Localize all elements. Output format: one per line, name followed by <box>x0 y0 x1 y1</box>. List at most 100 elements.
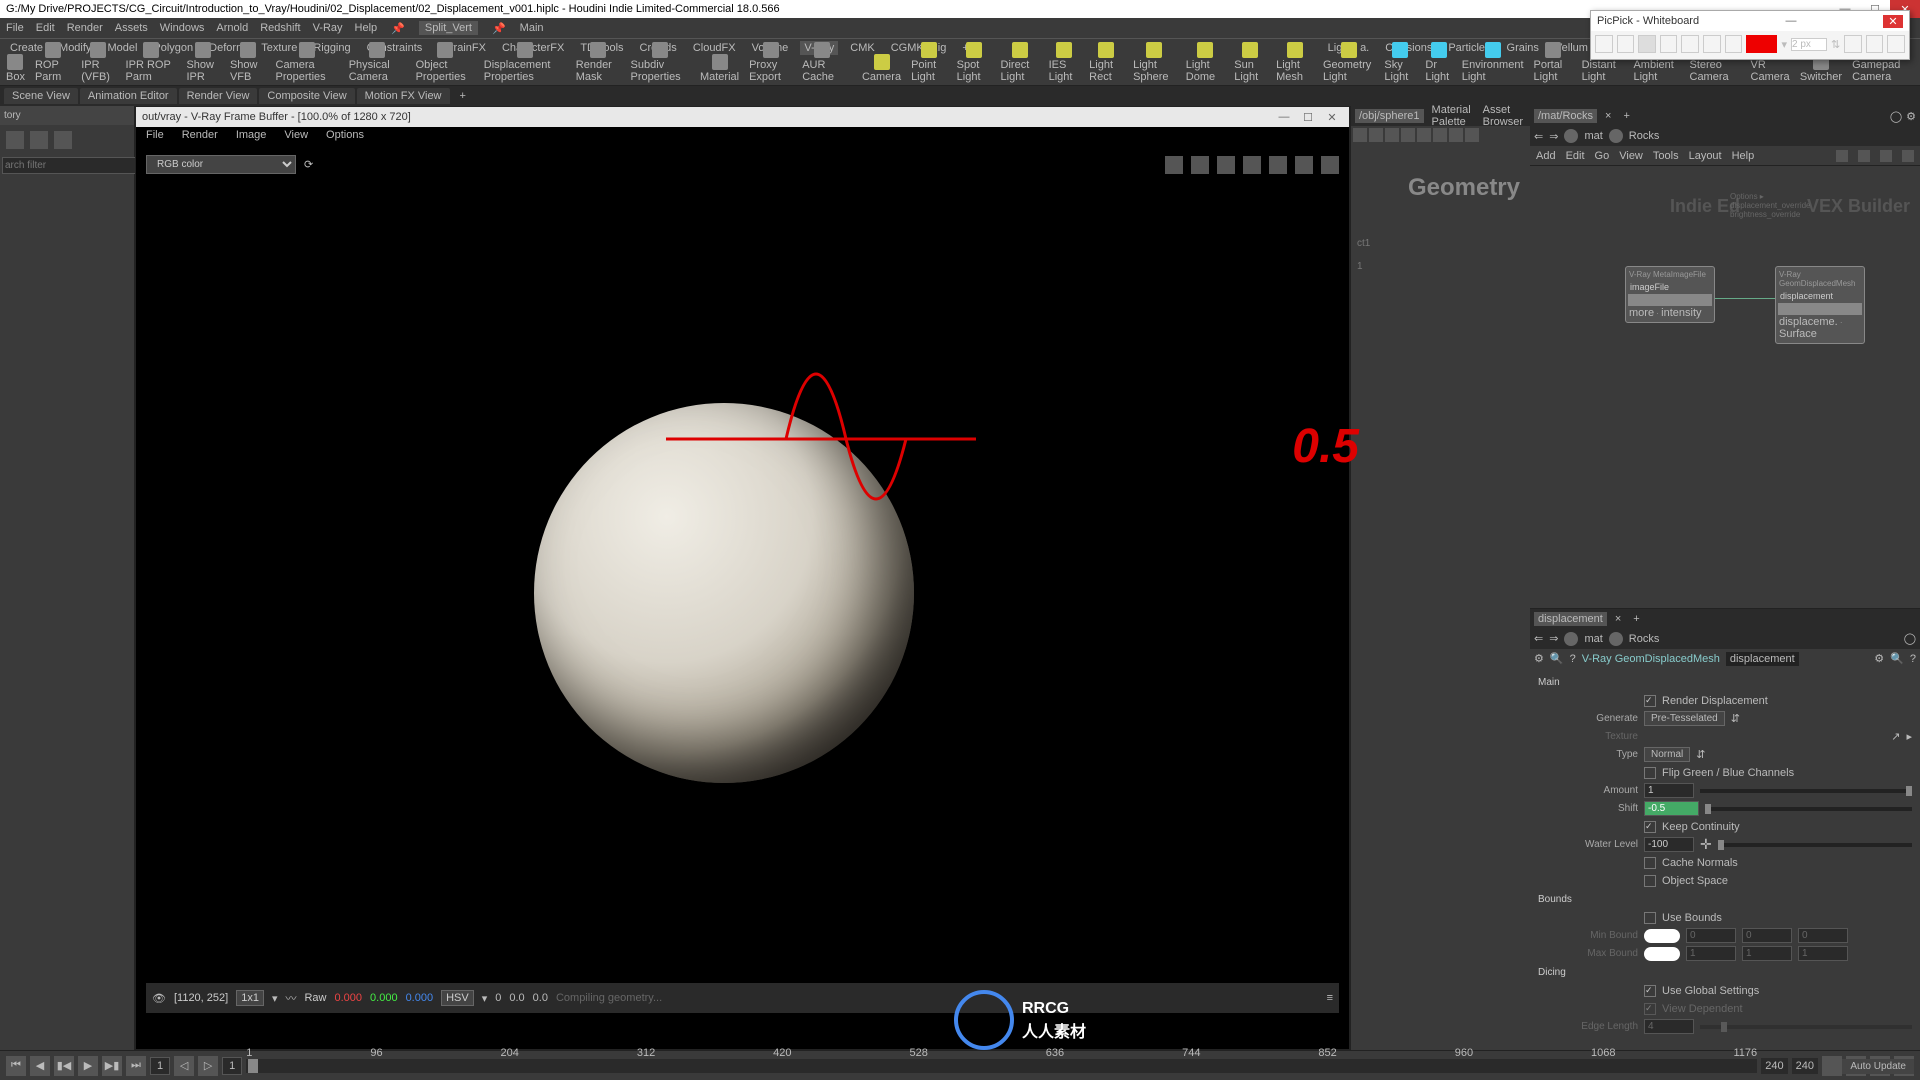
desktop-main[interactable]: Main <box>520 22 544 34</box>
net-icon[interactable] <box>1836 150 1848 162</box>
shelf-cloudfx[interactable]: CloudFX <box>689 41 740 55</box>
jump-icon[interactable]: ↗ <box>1891 730 1900 743</box>
menu-redshift[interactable]: Redshift <box>260 22 300 34</box>
mid-icon[interactable] <box>1417 128 1431 142</box>
playhead[interactable] <box>248 1059 258 1073</box>
vfb-maximize[interactable]: ☐ <box>1297 108 1319 126</box>
tool-iprrop[interactable]: IPR ROP Parm <box>126 42 177 83</box>
tab-animeditor[interactable]: Animation Editor <box>80 88 177 104</box>
nmenu-edit[interactable]: Edit <box>1566 150 1585 162</box>
node-icon[interactable] <box>1609 632 1623 646</box>
pen-icon[interactable] <box>1638 35 1656 53</box>
chk-viewdep[interactable] <box>1644 1003 1656 1015</box>
colorspace-select[interactable]: HSV <box>441 990 474 1006</box>
picpick-min[interactable]: — <box>1786 15 1797 27</box>
desktop-split[interactable]: Split_Vert <box>419 21 478 35</box>
path-rocks[interactable]: Rocks <box>1629 130 1660 142</box>
undo-icon[interactable] <box>1844 35 1862 53</box>
timeline-track[interactable]: 196204 312420528 636744852 96010681176 <box>246 1059 1757 1073</box>
dd-type[interactable]: Normal <box>1644 747 1690 762</box>
tool-showvfb[interactable]: Show VFB <box>230 42 266 83</box>
tab-compview[interactable]: Composite View <box>259 88 354 104</box>
nmenu-go[interactable]: Go <box>1595 150 1610 162</box>
list-icon[interactable] <box>30 131 48 149</box>
tool-directlight[interactable]: Direct Light <box>1001 42 1039 83</box>
nmenu-add[interactable]: Add <box>1536 150 1556 162</box>
network-editor[interactable]: Indie Ed VEX Builder Options ▸displaceme… <box>1530 166 1920 609</box>
gear-icon[interactable]: ⚙ <box>1534 652 1544 665</box>
net-icon[interactable] <box>1880 150 1892 162</box>
path-mat[interactable]: mat <box>1584 130 1602 142</box>
node-icon[interactable] <box>1564 632 1578 646</box>
vfb-minimize[interactable]: — <box>1273 108 1295 126</box>
tool-material[interactable]: Material <box>700 54 739 83</box>
step-fwd-button[interactable]: ▷ <box>198 1056 218 1076</box>
eyedropper-icon[interactable]: 👁 <box>152 992 166 1005</box>
mid-icon[interactable] <box>1385 128 1399 142</box>
nmenu-help[interactable]: Help <box>1732 150 1755 162</box>
mid-icon[interactable] <box>1465 128 1479 142</box>
search-icon[interactable]: 🔍 <box>1890 652 1904 665</box>
chevron-updown-icon[interactable]: ⇵ <box>1696 748 1705 761</box>
region-icon[interactable] <box>1217 156 1235 174</box>
search-icon[interactable]: 🔍 <box>1550 652 1564 665</box>
vfb-close[interactable]: ✕ <box>1321 108 1343 126</box>
color-swatch[interactable] <box>1746 35 1777 53</box>
tool-lightrect[interactable]: Light Rect <box>1089 42 1123 83</box>
tool-spotlight[interactable]: Spot Light <box>957 42 991 83</box>
menu-vray[interactable]: V-Ray <box>313 22 343 34</box>
chk-cache[interactable] <box>1644 857 1656 869</box>
lock-icon[interactable] <box>1644 947 1680 961</box>
gear-icon[interactable] <box>1295 156 1313 174</box>
prev-frame-button[interactable]: ◀ <box>30 1056 50 1076</box>
tool-envlight[interactable]: Environment Light <box>1462 42 1524 83</box>
tool-proxy[interactable]: Proxy Export <box>749 42 792 83</box>
tool-ieslight[interactable]: IES Light <box>1049 42 1080 83</box>
tool-pointlight[interactable]: Point Light <box>911 42 947 83</box>
tab-x[interactable]: × <box>1601 109 1615 123</box>
menu-file[interactable]: File <box>6 22 24 34</box>
tool-drlight[interactable]: Dr Light <box>1425 42 1451 83</box>
search-input[interactable] <box>2 157 140 174</box>
gear-icon[interactable]: ⚙ <box>1906 110 1916 123</box>
tool-camera[interactable]: Camera <box>862 54 901 83</box>
brush-icon[interactable]: 〰 <box>285 990 296 1006</box>
next-frame-button[interactable]: ▶▮ <box>102 1056 122 1076</box>
tool-iprvfb[interactable]: IPR (VFB) <box>81 42 115 83</box>
menu-edit[interactable]: Edit <box>36 22 55 34</box>
fit-icon[interactable] <box>1243 156 1261 174</box>
node-imagefile[interactable]: V-Ray MetaImageFile imageFile more · int… <box>1625 266 1715 323</box>
node-icon[interactable] <box>1609 129 1623 143</box>
slider-edgelen[interactable] <box>1700 1025 1912 1029</box>
chk-keepcont[interactable] <box>1644 821 1656 833</box>
menu-help[interactable]: Help <box>355 22 378 34</box>
menu-arnold[interactable]: Arnold <box>216 22 248 34</box>
start-frame[interactable]: 1 <box>222 1057 242 1075</box>
back-icon[interactable]: ⇐ <box>1534 130 1543 143</box>
shelf-cmk[interactable]: CMK <box>846 41 878 55</box>
render-area[interactable]: 0.5 <box>146 179 1339 969</box>
net-icon[interactable] <box>1858 150 1870 162</box>
step-back-button[interactable]: ◁ <box>174 1056 194 1076</box>
vfb-file[interactable]: File <box>146 129 164 141</box>
pin-icon[interactable]: 📌 <box>391 22 405 35</box>
tool-rendermask[interactable]: Render Mask <box>576 42 621 83</box>
tree-icon[interactable] <box>6 131 24 149</box>
back-icon[interactable]: ⇐ <box>1534 632 1543 645</box>
spinner-icon[interactable]: ⇅ <box>1831 38 1840 51</box>
link-icon[interactable] <box>1269 156 1287 174</box>
play-button[interactable]: ▶ <box>78 1056 98 1076</box>
chevron-updown-icon[interactable]: ⇵ <box>1731 712 1740 725</box>
tab-matrocks[interactable]: /mat/Rocks <box>1534 109 1597 123</box>
slider-amount[interactable] <box>1700 789 1912 793</box>
node-displacement[interactable]: V-Ray GeomDisplacedMesh displacement dis… <box>1775 266 1865 344</box>
zoom-icon[interactable] <box>1617 35 1635 53</box>
tool-lightsphere[interactable]: Light Sphere <box>1133 42 1176 83</box>
refresh-icon[interactable]: ⟳ <box>304 158 313 171</box>
mid-icon[interactable] <box>1433 128 1447 142</box>
tab-add[interactable]: + <box>452 88 474 104</box>
menu-icon[interactable]: ▸ <box>1906 730 1912 743</box>
mid-icon[interactable] <box>1449 128 1463 142</box>
stroke-size[interactable] <box>1791 38 1827 51</box>
mid-icon[interactable] <box>1401 128 1415 142</box>
